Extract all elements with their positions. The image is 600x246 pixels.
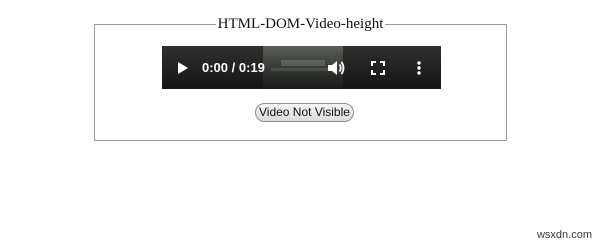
fieldset-legend: HTML-DOM-Video-height	[215, 15, 386, 33]
more-options-button[interactable]	[408, 46, 430, 89]
more-options-icon	[417, 60, 421, 75]
play-button[interactable]	[172, 46, 194, 89]
play-icon	[178, 61, 188, 74]
fullscreen-icon	[371, 60, 385, 75]
video-visibility-button[interactable]: Video Not Visible	[255, 103, 354, 122]
volume-button[interactable]	[325, 46, 347, 89]
video-player[interactable]: 0:00 / 0:19	[162, 46, 441, 89]
watermark: wsxdn.com	[536, 229, 592, 241]
fullscreen-button[interactable]	[367, 46, 389, 89]
page: HTML-DOM-Video-height 0:00 / 0:19 Video …	[0, 0, 600, 246]
time-display: 0:00 / 0:19	[202, 60, 265, 75]
volume-icon	[328, 60, 345, 75]
